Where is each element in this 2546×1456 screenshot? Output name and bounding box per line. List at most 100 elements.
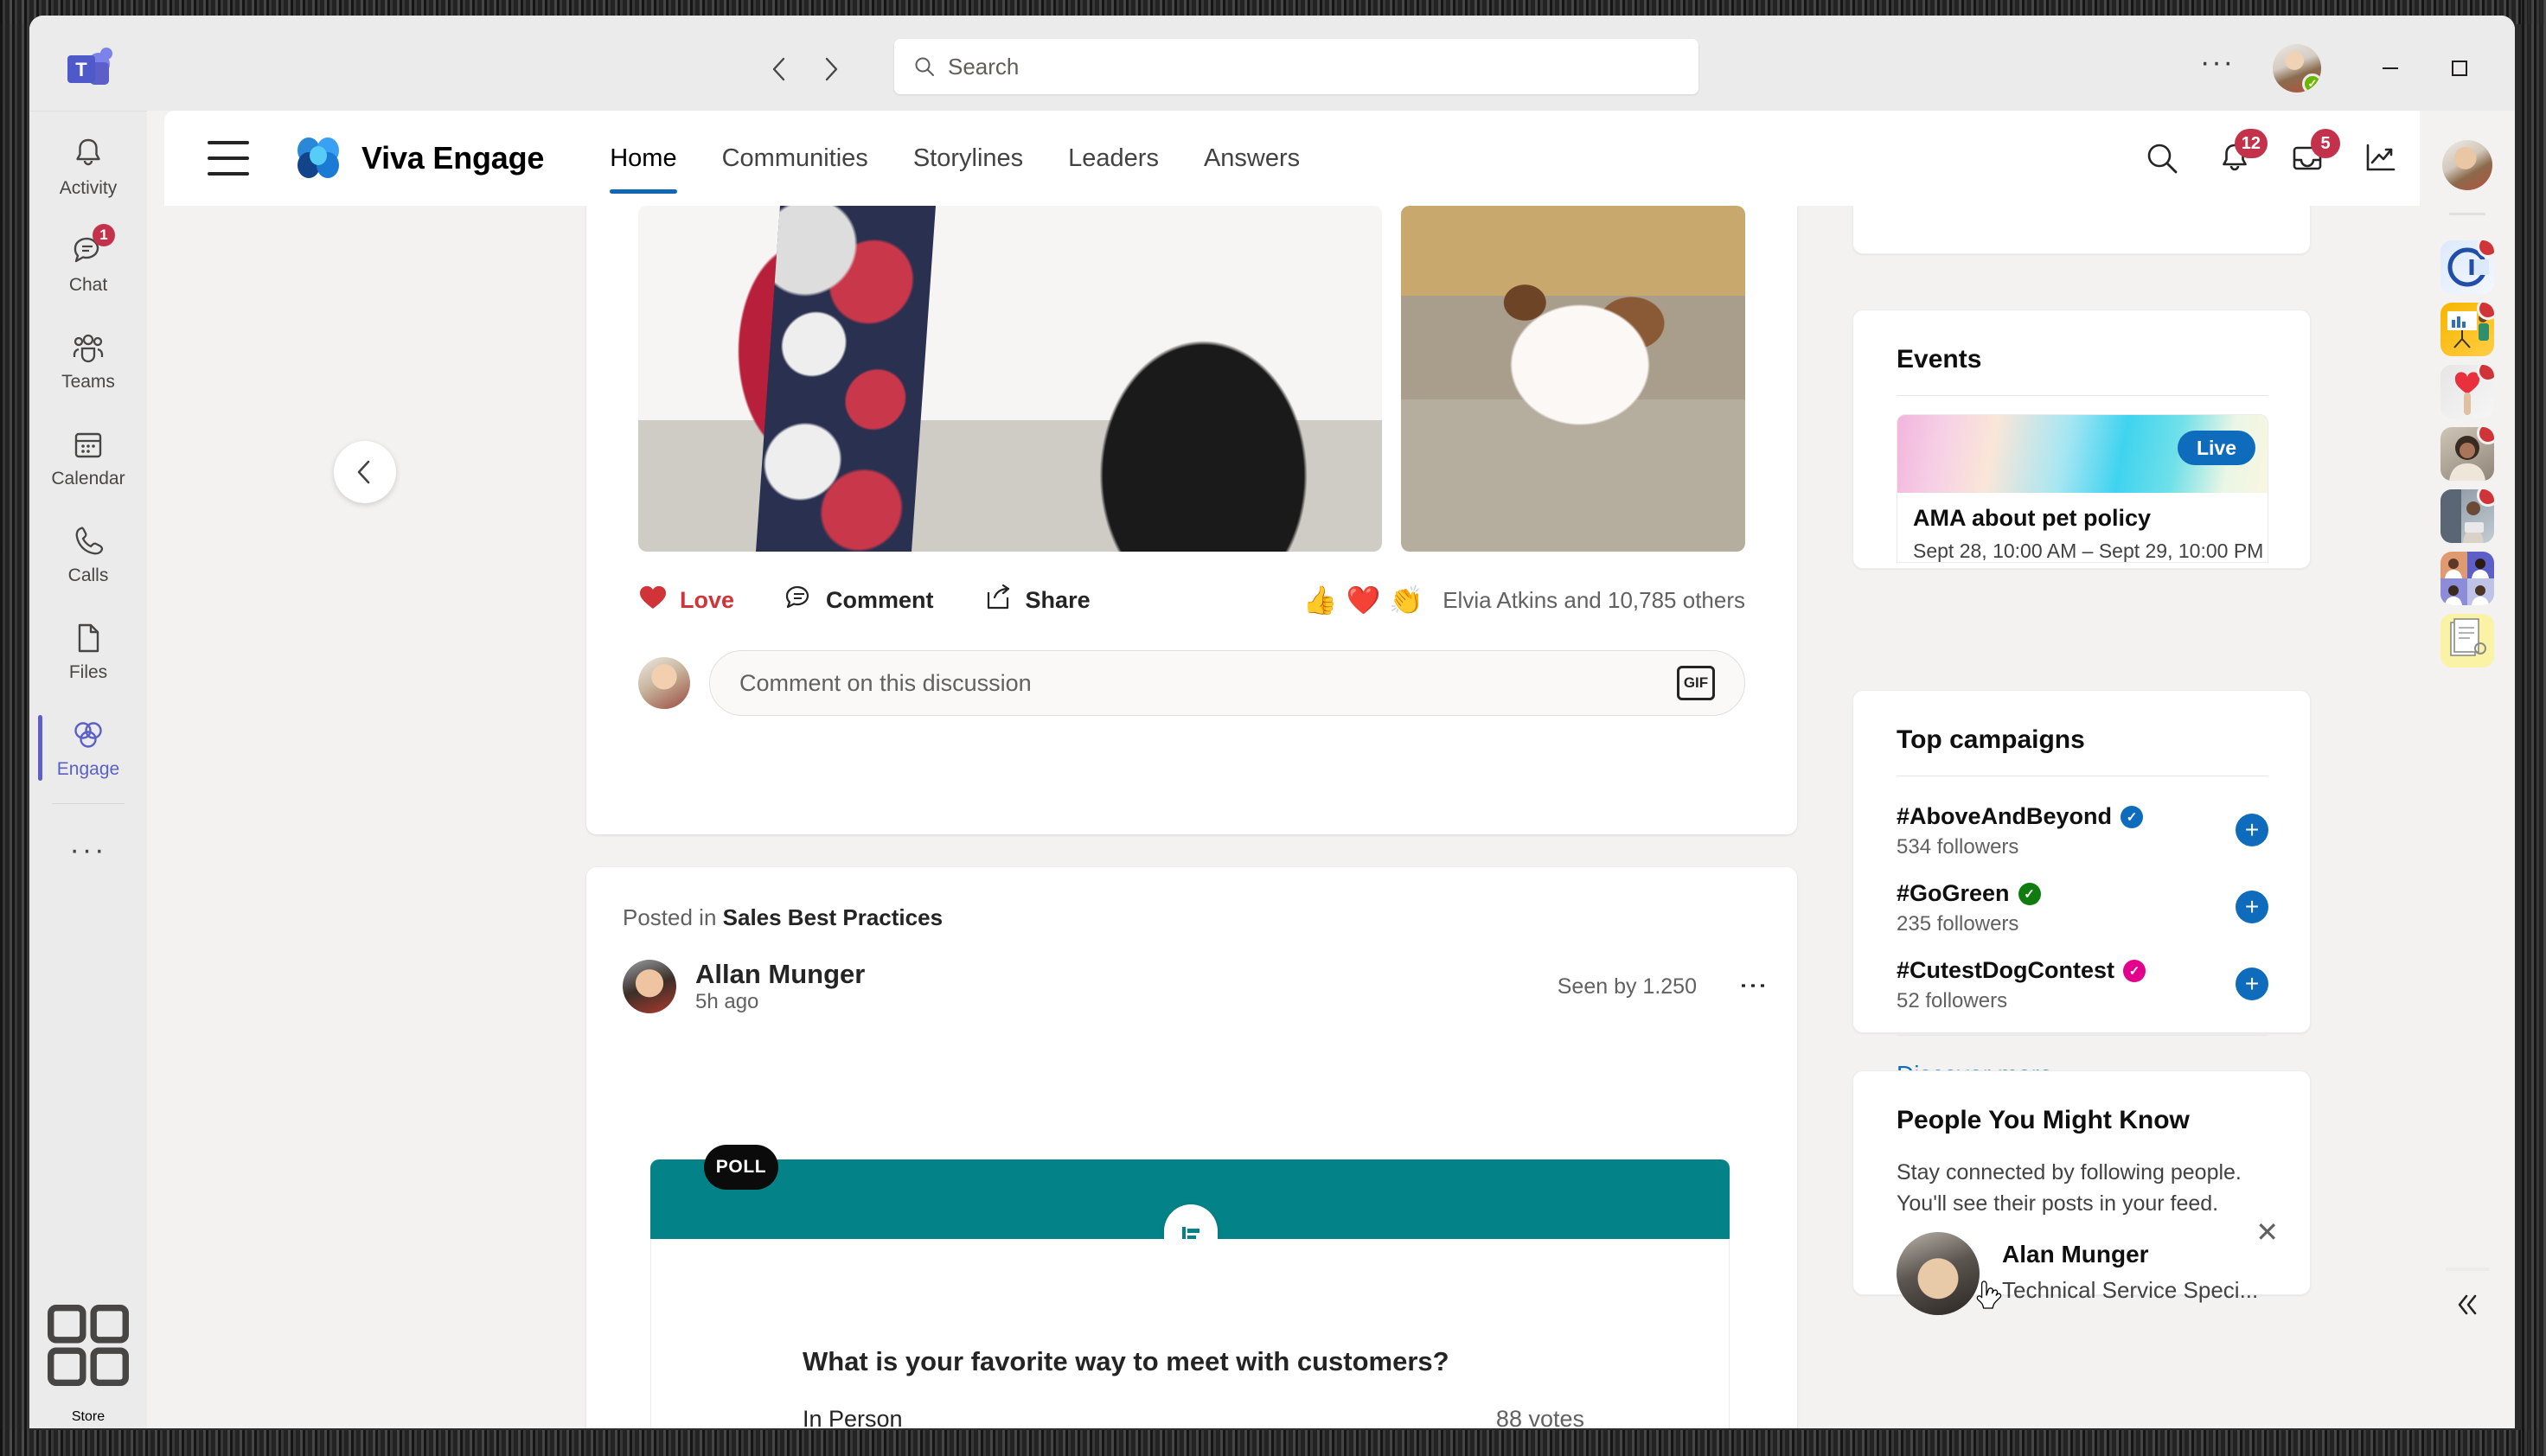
notifications-bell-icon[interactable]: 12 — [2216, 129, 2268, 177]
post-author-row: Allan Munger 5h ago Seen by 1.250 ⋮ — [623, 952, 1769, 1021]
sidebar-item-calendar[interactable]: Calendar — [29, 409, 147, 506]
reaction-summary[interactable]: 👍 ❤️ 👏 Elvia Atkins and 10,785 others — [1303, 584, 1745, 616]
sidebar-item-label: Chat — [68, 275, 108, 295]
tab-answers[interactable]: Answers — [1181, 111, 1322, 206]
app-tile-c[interactable] — [2440, 240, 2494, 294]
close-icon[interactable]: ✕ — [2255, 1218, 2279, 1246]
sidebar-item-files[interactable]: Files — [29, 603, 147, 699]
avatar[interactable] — [2442, 140, 2492, 190]
poll-option[interactable]: In Person 88 votes — [803, 1406, 1584, 1428]
campaign-tag-label: #GoGreen — [1897, 880, 2010, 906]
event-item[interactable]: Live AMA about pet policy Sept 28, 10:00… — [1897, 414, 2268, 563]
teams-people-icon — [69, 329, 107, 367]
heart-icon: ❤️ — [1346, 584, 1381, 616]
nav-back-button[interactable] — [760, 50, 798, 88]
sidebar-item-label: Engage — [56, 759, 120, 779]
comment-button-label: Comment — [826, 586, 934, 613]
app-tile-docs[interactable] — [2440, 614, 2494, 667]
tab-leaders[interactable]: Leaders — [1046, 111, 1181, 206]
follow-campaign-button[interactable]: + — [2236, 967, 2268, 1000]
sidebar-item-activity[interactable]: Activity — [29, 118, 147, 215]
sidebar-item-label: Teams — [61, 372, 115, 392]
dog-photo[interactable] — [1401, 206, 1745, 552]
discover-more-card: Discover more › — [1852, 206, 2311, 254]
app-tile-person[interactable] — [2440, 427, 2494, 481]
avatar[interactable] — [623, 960, 676, 1013]
tab-communities[interactable]: Communities — [700, 111, 891, 206]
verified-badge-icon: ✓ — [2018, 882, 2041, 905]
comment-input[interactable]: Comment on this discussion GIF — [709, 650, 1745, 716]
gif-button[interactable]: GIF — [1677, 666, 1715, 700]
titlebar-more-button[interactable]: ··· — [2200, 48, 2238, 85]
search-icon[interactable] — [2143, 139, 2181, 177]
love-button[interactable]: Love — [638, 584, 734, 617]
engage-header: Viva Engage Home Communities Storylines … — [164, 111, 2515, 206]
post-author-name[interactable]: Allan Munger — [695, 959, 865, 990]
campaign-item[interactable]: #GoGreen ✓ 235 followers + — [1897, 880, 2268, 936]
sidebar-item-label: Activity — [59, 178, 118, 198]
campaign-item[interactable]: #AboveAndBeyond ✓ 534 followers + — [1897, 803, 2268, 859]
titlebar-avatar[interactable]: ✓ — [2273, 44, 2321, 93]
person-role: Technical Service Speci... — [2002, 1277, 2259, 1303]
campaign-followers: 52 followers — [1897, 989, 2008, 1012]
campaign-tag: #GoGreen ✓ — [1897, 880, 2268, 907]
avatar — [638, 657, 690, 709]
comment-button[interactable]: Comment — [784, 584, 934, 617]
sidebar-item-chat[interactable]: 1 Chat — [29, 215, 147, 312]
phone-icon — [69, 522, 107, 560]
rail-more-button[interactable]: ··· — [29, 814, 147, 888]
inbox-badge: 5 — [2311, 129, 2340, 158]
love-button-label: Love — [680, 586, 735, 613]
sidebar-item-store[interactable]: Store — [29, 1305, 147, 1424]
follow-campaign-button[interactable]: + — [2236, 814, 2268, 846]
people-title: People You Might Know — [1897, 1106, 2190, 1134]
sidebar-item-engage[interactable]: Engage — [29, 699, 147, 796]
window-maximize-button[interactable] — [2431, 40, 2488, 97]
divider — [2446, 1268, 2489, 1271]
collapse-left-panel-button[interactable] — [334, 441, 396, 503]
campaign-tag: #CutestDogContest ✓ — [1897, 957, 2268, 984]
sidebar-item-label: Calendar — [51, 469, 125, 489]
campaign-followers: 534 followers — [1897, 835, 2019, 859]
more-vertical-icon[interactable]: ⋮ — [1738, 972, 1769, 1001]
inbox-icon[interactable]: 5 — [2288, 129, 2340, 177]
app-tile-presentation[interactable] — [2440, 303, 2494, 356]
sidebar-item-teams[interactable]: Teams — [29, 312, 147, 409]
calendar-icon — [69, 425, 107, 463]
page-title: Viva Engage — [361, 140, 545, 176]
app-tile-heart[interactable] — [2440, 365, 2494, 418]
right-app-strip — [2420, 111, 2515, 1428]
share-button[interactable]: Share — [984, 584, 1091, 617]
nav-forward-button[interactable] — [812, 50, 850, 88]
person-name[interactable]: Alan Munger — [2002, 1241, 2149, 1268]
tab-storylines[interactable]: Storylines — [891, 111, 1046, 206]
follow-campaign-button[interactable]: + — [2236, 891, 2268, 923]
tab-home[interactable]: Home — [587, 111, 699, 206]
posted-in-label: Posted in Sales Best Practices — [623, 904, 943, 931]
campaign-tag-label: #CutestDogContest — [1897, 957, 2115, 983]
divider — [1897, 395, 2268, 396]
analytics-trend-icon[interactable] — [2361, 139, 2399, 177]
chevron-double-left-icon[interactable] — [2446, 1283, 2489, 1326]
app-tile-worker[interactable] — [2440, 489, 2494, 543]
window-close-button[interactable] — [2500, 40, 2515, 97]
viva-engage-app: Viva Engage Home Communities Storylines … — [147, 111, 2515, 1428]
window-minimize-button[interactable] — [2362, 40, 2419, 97]
comment-placeholder: Comment on this discussion — [739, 669, 1032, 696]
community-link[interactable]: Sales Best Practices — [723, 904, 943, 930]
app-tile-community[interactable] — [2440, 552, 2494, 605]
poll-option-votes: 88 votes — [1495, 1406, 1584, 1428]
avatar[interactable] — [1897, 1232, 1980, 1315]
search-input[interactable]: Search — [894, 39, 1698, 94]
poll-body — [650, 1239, 1730, 1428]
bell-icon — [69, 135, 107, 173]
event-title: AMA about pet policy — [1913, 505, 2151, 531]
engage-icon — [69, 716, 107, 754]
viva-engage-logo-icon — [294, 137, 342, 180]
feed-content: Love Comment Share 👍 ❤️ 👏 Elvia Atkins a… — [164, 206, 2515, 1428]
sidebar-item-calls[interactable]: Calls — [29, 506, 147, 603]
people-subtitle: Stay connected by following people. You'… — [1897, 1160, 2242, 1216]
hamburger-icon[interactable] — [208, 141, 249, 176]
campaign-item[interactable]: #CutestDogContest ✓ 52 followers + — [1897, 957, 2268, 1013]
meeting-photo[interactable] — [638, 206, 1382, 552]
